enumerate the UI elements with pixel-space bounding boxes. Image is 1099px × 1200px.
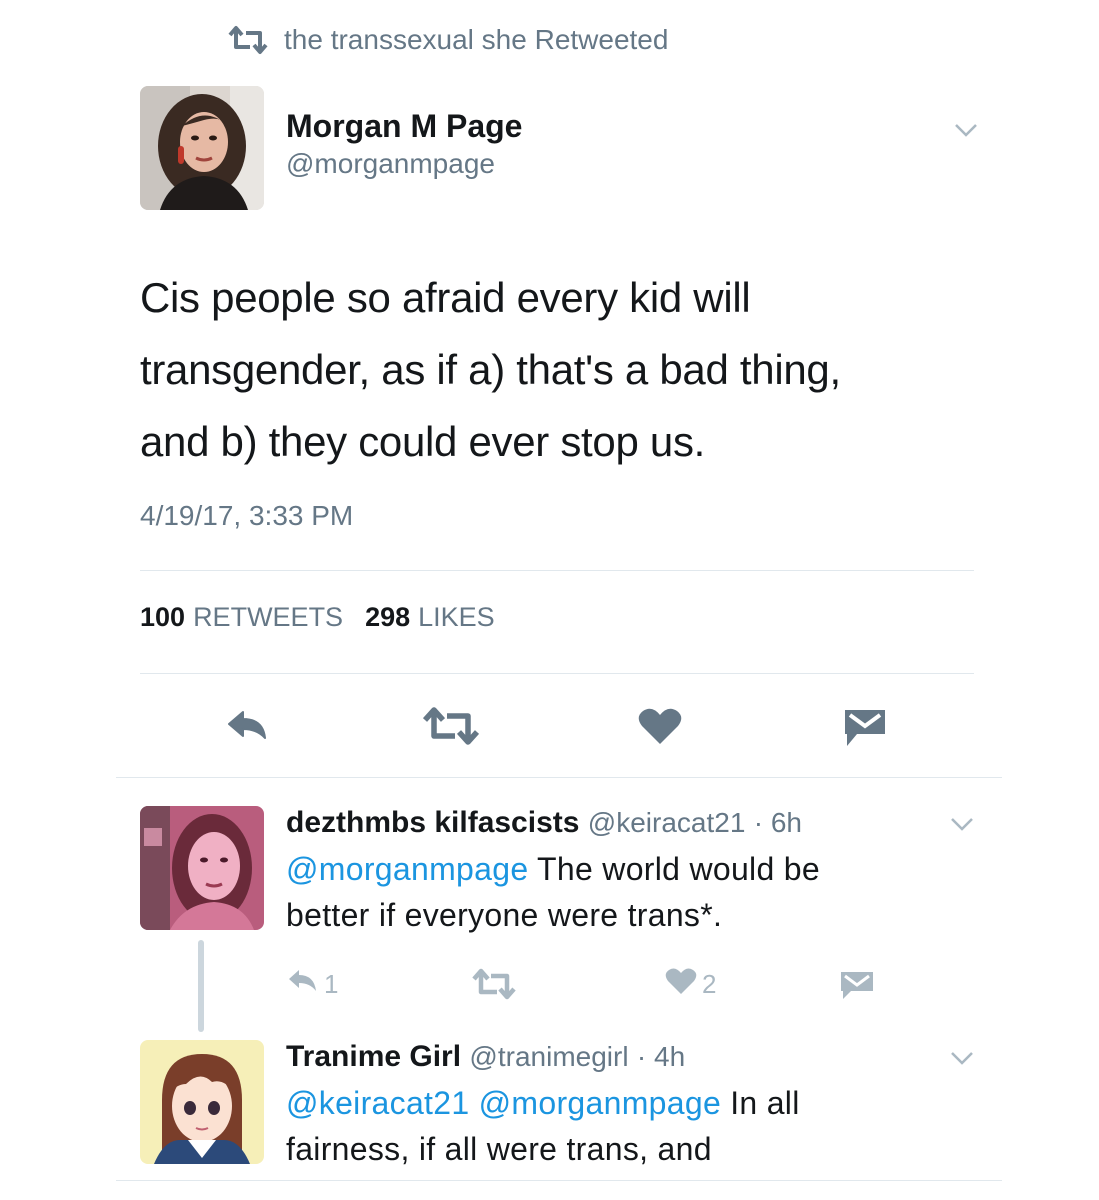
reply-author-name[interactable]: dezthmbs kilfascists (286, 806, 579, 839)
reply-text-segment: In all (721, 1085, 800, 1121)
reply-time[interactable]: · 6h (754, 807, 802, 838)
chevron-down-icon[interactable] (950, 816, 974, 832)
retweets-label[interactable]: RETWEETS (193, 602, 343, 633)
tweet-stats: 100 RETWEETS 298 LIKES (140, 602, 517, 633)
likes-count[interactable]: 298 (365, 602, 410, 633)
direct-message-icon[interactable] (840, 702, 890, 750)
divider (140, 673, 974, 674)
retweet-context: the transsexual she Retweeted (226, 20, 668, 60)
divider (140, 570, 974, 571)
reply-text: @morganmpage The world would be better i… (286, 846, 966, 938)
retweet-context-label: the transsexual she Retweeted (284, 24, 669, 55)
tweet-text-line: and b) they could ever stop us. (140, 418, 706, 465)
retweet-icon (226, 25, 270, 55)
retweets-count[interactable]: 100 (140, 602, 185, 633)
chevron-down-icon[interactable] (954, 122, 978, 138)
reply-header: Tranime Girl @tranimegirl · 4h (286, 1040, 685, 1074)
reply-action[interactable]: 1 (286, 966, 338, 1002)
divider (116, 777, 1002, 778)
reply-text-line: fairness, if all were trans, and (286, 1131, 712, 1167)
reply-icon[interactable] (224, 704, 272, 748)
reply-icon[interactable] (286, 967, 320, 1002)
tweet-header: Morgan M Page @morganmpage (140, 86, 980, 210)
thread-connector (198, 940, 204, 1032)
avatar[interactable] (140, 806, 264, 930)
like-action[interactable]: 2 (664, 966, 716, 1002)
mention-link[interactable]: @keiracat21 @morganmpage (286, 1085, 721, 1121)
tweet-text-line: transgender, as if a) that's a bad thing… (140, 346, 841, 393)
author-handle[interactable]: @morganmpage (286, 148, 495, 180)
chevron-down-icon[interactable] (950, 1050, 974, 1066)
tweet-timestamp[interactable]: 4/19/17, 3:33 PM (140, 500, 353, 532)
author-name[interactable]: Morgan M Page (286, 108, 522, 145)
reply-text: @keiracat21 @morganmpage In all fairness… (286, 1080, 966, 1172)
reply-header: dezthmbs kilfascists @keiracat21 · 6h (286, 806, 802, 840)
heart-icon[interactable] (664, 966, 698, 1003)
direct-message-icon[interactable] (838, 966, 876, 1002)
reply-author-handle[interactable]: @keiracat21 (588, 807, 746, 838)
reply-count: 1 (324, 968, 339, 999)
likes-label[interactable]: LIKES (418, 602, 495, 633)
heart-icon[interactable] (636, 704, 684, 748)
reply-author-handle[interactable]: @tranimegirl (469, 1041, 628, 1072)
tweet-text: Cis people so afraid every kid will tran… (140, 262, 980, 478)
avatar[interactable] (140, 1040, 264, 1164)
retweet-icon[interactable] (418, 704, 484, 748)
tweet-text-line: Cis people so afraid every kid will (140, 274, 751, 321)
retweet-icon[interactable] (470, 966, 518, 1002)
reply-time[interactable]: · 4h (637, 1041, 685, 1072)
divider (116, 1180, 1002, 1181)
reply-text-line: better if everyone were trans*. (286, 897, 723, 933)
reply-text-segment: The world would be (528, 851, 820, 887)
avatar[interactable] (140, 86, 264, 210)
reply-author-name[interactable]: Tranime Girl (286, 1040, 461, 1073)
like-count: 2 (702, 968, 717, 999)
mention-link[interactable]: @morganmpage (286, 851, 528, 887)
